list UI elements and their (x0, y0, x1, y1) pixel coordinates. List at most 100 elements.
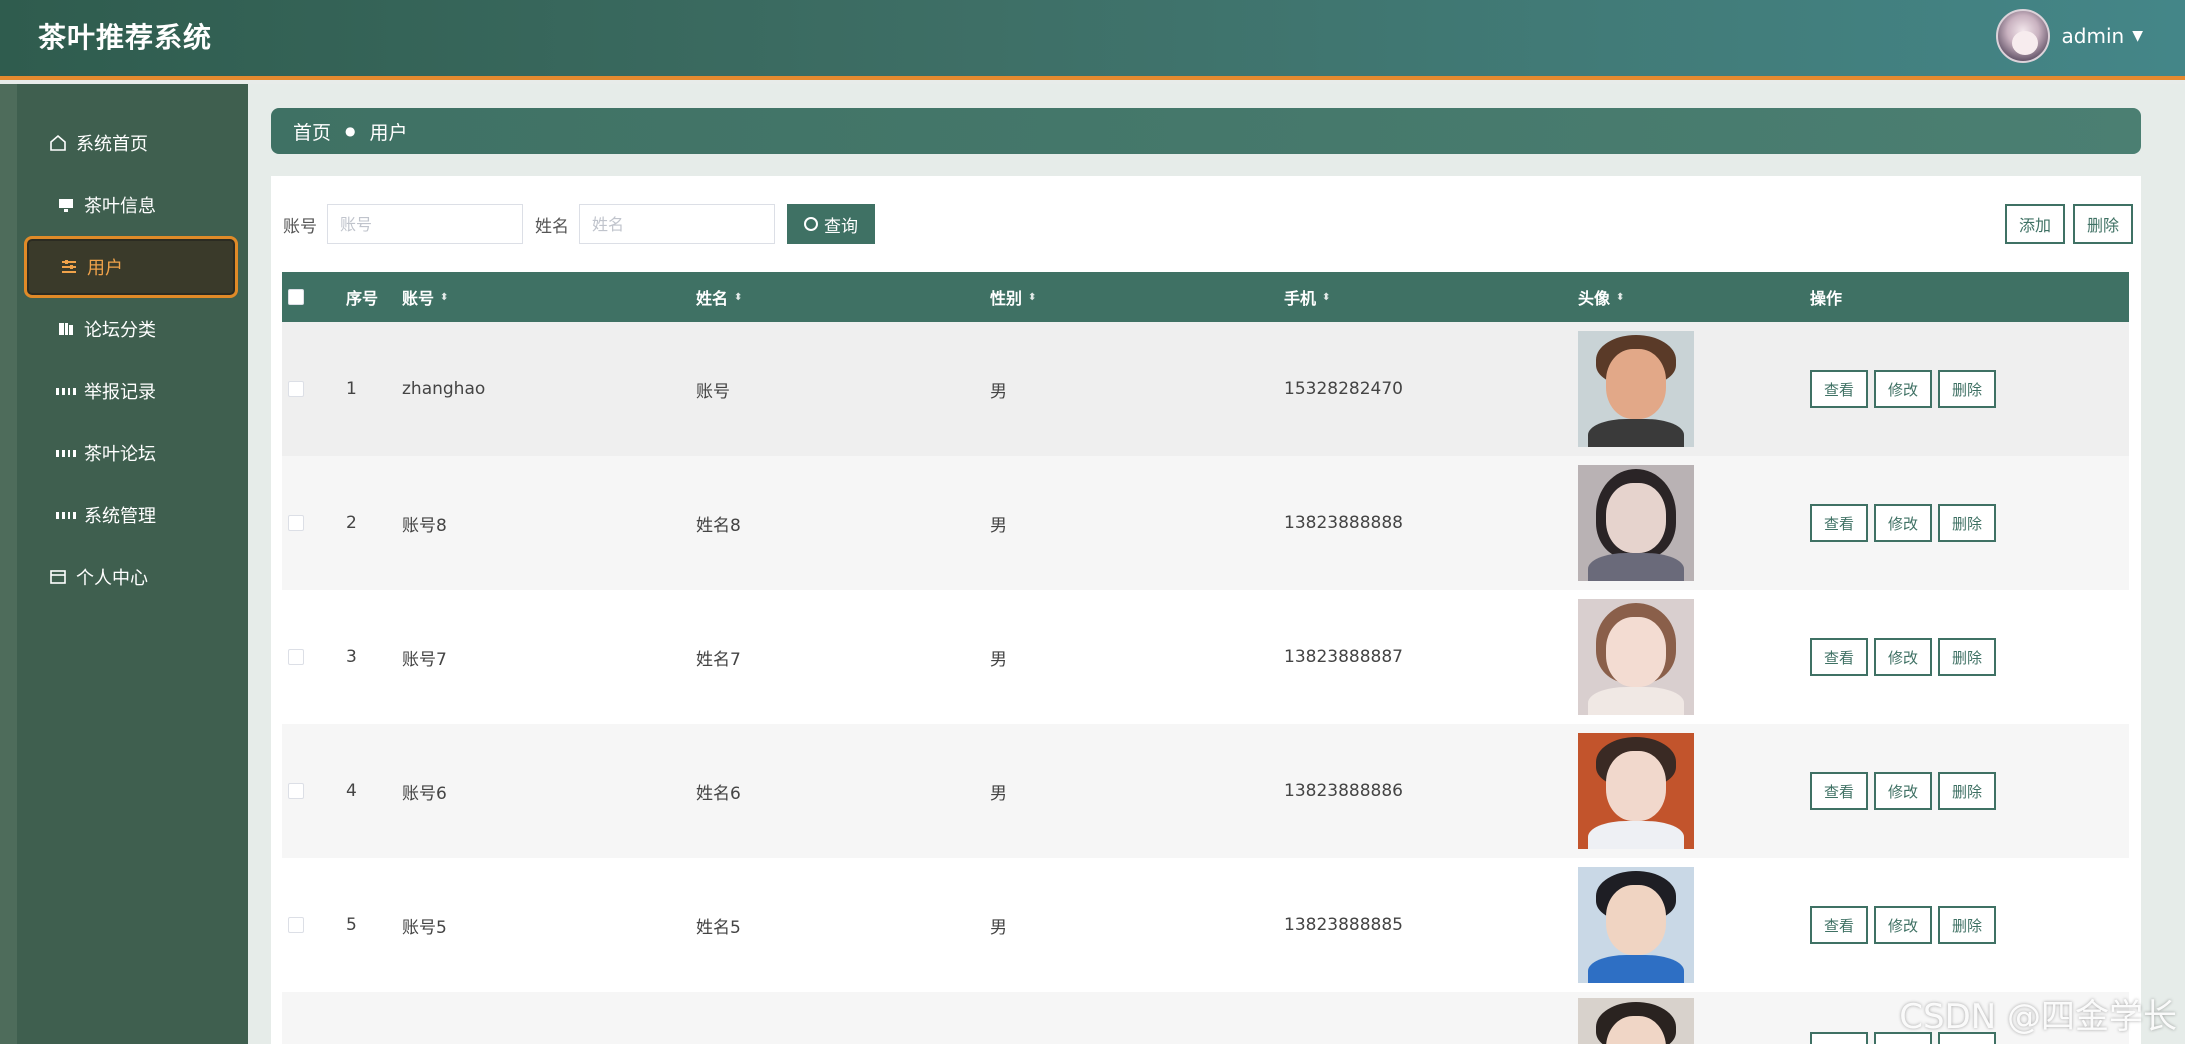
sidebar-item-tea-info[interactable]: 茶叶信息 (24, 174, 238, 236)
breadcrumb-home[interactable]: 首页 (293, 118, 331, 145)
row-phone: 15328282470 (1284, 379, 1403, 399)
select-all-checkbox[interactable] (288, 289, 304, 305)
edit-button[interactable]: 修改 (1874, 370, 1932, 408)
delete-button[interactable]: 删除 (1938, 906, 1996, 944)
grid-icon (56, 381, 76, 401)
query-button-label: 查询 (824, 216, 858, 236)
edit-button[interactable]: 修改 (1874, 772, 1932, 810)
table-row: 4 账号6 姓名6 男 13823888886 查看 修改 删除 (282, 724, 2129, 858)
sidebar-item-label: 论坛分类 (84, 320, 156, 341)
grid-icon (56, 505, 76, 525)
row-name: 账号 (696, 381, 730, 402)
row-avatar-cell (1578, 590, 1694, 724)
sidebar-item-label: 个人中心 (76, 568, 148, 589)
sidebar-item-report-records[interactable]: 举报记录 (24, 360, 238, 422)
table-row-partial (282, 992, 2129, 1044)
name-label: 姓名 (535, 216, 569, 237)
view-button[interactable]: 查看 (1810, 370, 1868, 408)
sidebar-item-users[interactable]: 用户 (24, 236, 238, 298)
column-header-account[interactable]: 账号 ⬍ (402, 272, 448, 322)
batch-delete-button[interactable]: 删除 (2072, 204, 2133, 244)
row-avatar-cell (1578, 724, 1694, 858)
column-header-phone[interactable]: 手机 ⬍ (1284, 272, 1330, 322)
user-avatar-image (1578, 465, 1694, 581)
row-phone: 13823888885 (1284, 915, 1403, 935)
user-name[interactable]: admin (2062, 24, 2125, 48)
column-header-index: 序号 (346, 289, 379, 308)
view-button[interactable]: 查看 (1810, 772, 1868, 810)
book-icon (56, 319, 76, 339)
sort-icon[interactable]: ⬍ (1028, 292, 1036, 303)
table-row: 3 账号7 姓名7 男 13823888887 查看 修改 删除 (282, 590, 2129, 724)
delete-button[interactable]: 删除 (1938, 772, 1996, 810)
add-button[interactable]: 添加 (2004, 204, 2065, 244)
delete-button[interactable]: 删除 (1938, 638, 1996, 676)
sidebar-item-label: 系统管理 (84, 506, 156, 527)
breadcrumb: 首页 ● 用户 (271, 108, 2141, 154)
edit-button[interactable]: 修改 (1874, 638, 1932, 676)
sidebar-item-home[interactable]: 系统首页 (24, 112, 238, 174)
sidebar-item-forum-category[interactable]: 论坛分类 (24, 298, 238, 360)
select-all-cell (288, 272, 304, 322)
row-avatar-cell (1578, 456, 1694, 590)
caret-down-icon[interactable]: ▼ (2132, 28, 2143, 44)
user-avatar-image (1578, 867, 1694, 983)
row-checkbox[interactable] (288, 917, 304, 933)
user-avatar[interactable] (1995, 9, 2050, 63)
breadcrumb-separator-icon: ● (345, 124, 356, 138)
sort-icon[interactable]: ⬍ (734, 292, 742, 303)
row-actions: 查看 修改 删除 (1810, 456, 2002, 590)
row-gender: 男 (990, 649, 1007, 670)
account-search-input[interactable] (327, 204, 523, 244)
column-header-name[interactable]: 姓名 ⬍ (696, 272, 742, 322)
users-table: 序号 账号 ⬍ 姓名 ⬍ 性别 ⬍ 手机 ⬍ 头像 ⬍ 操作 1 zhanghao 账号 … (282, 272, 2129, 1044)
column-header-gender[interactable]: 性别 ⬍ (990, 272, 1036, 322)
sidebar-item-label: 茶叶信息 (84, 196, 156, 217)
search-icon (804, 217, 818, 231)
column-header-avatar[interactable]: 头像 ⬍ (1578, 272, 1624, 322)
user-avatar-image (1578, 733, 1694, 849)
row-actions: 查看 修改 删除 (1810, 724, 2002, 858)
row-gender: 男 (990, 917, 1007, 938)
row-checkbox[interactable] (288, 515, 304, 531)
sort-icon[interactable]: ⬍ (1616, 292, 1624, 303)
sidebar-item-label: 用户 (87, 258, 123, 279)
row-account: zhanghao (402, 379, 486, 399)
row-avatar-cell (1578, 992, 1694, 1044)
delete-button[interactable]: 删除 (1938, 370, 1996, 408)
view-button[interactable]: 查看 (1810, 638, 1868, 676)
row-index: 3 (346, 647, 357, 667)
name-search-input[interactable] (579, 204, 775, 244)
row-actions: 查看 修改 删除 (1810, 322, 2002, 456)
row-gender: 男 (990, 515, 1007, 536)
edit-button[interactable]: 修改 (1874, 906, 1932, 944)
row-account: 账号6 (402, 783, 447, 804)
sidebar-item-label: 茶叶论坛 (84, 444, 156, 465)
view-button-partial[interactable] (1810, 1032, 1868, 1044)
table-header: 序号 账号 ⬍ 姓名 ⬍ 性别 ⬍ 手机 ⬍ 头像 ⬍ 操作 (282, 272, 2129, 322)
view-button[interactable]: 查看 (1810, 906, 1868, 944)
table-row: 1 zhanghao 账号 男 15328282470 查看 修改 删除 (282, 322, 2129, 456)
user-menu[interactable]: admin ▼ (1995, 9, 2143, 63)
row-avatar-cell (1578, 858, 1694, 992)
delete-button[interactable]: 删除 (1938, 504, 1996, 542)
edit-button[interactable]: 修改 (1874, 504, 1932, 542)
sort-icon[interactable]: ⬍ (1322, 292, 1330, 303)
row-phone: 13823888886 (1284, 781, 1403, 801)
row-name: 姓名7 (696, 649, 741, 670)
row-phone: 13823888887 (1284, 647, 1403, 667)
sidebar-item-tea-forum[interactable]: 茶叶论坛 (24, 422, 238, 484)
query-button[interactable]: 查询 (787, 204, 875, 244)
row-checkbox[interactable] (288, 381, 304, 397)
view-button[interactable]: 查看 (1810, 504, 1868, 542)
row-index: 2 (346, 513, 357, 533)
row-checkbox[interactable] (288, 649, 304, 665)
sidebar-item-system-management[interactable]: 系统管理 (24, 484, 238, 546)
sort-icon[interactable]: ⬍ (440, 292, 448, 303)
app-title: 茶叶推荐系统 (38, 21, 213, 54)
home-icon (48, 133, 68, 153)
row-checkbox[interactable] (288, 783, 304, 799)
row-account: 账号7 (402, 649, 447, 670)
card-icon (48, 567, 68, 587)
sidebar-item-personal-center[interactable]: 个人中心 (24, 546, 238, 608)
